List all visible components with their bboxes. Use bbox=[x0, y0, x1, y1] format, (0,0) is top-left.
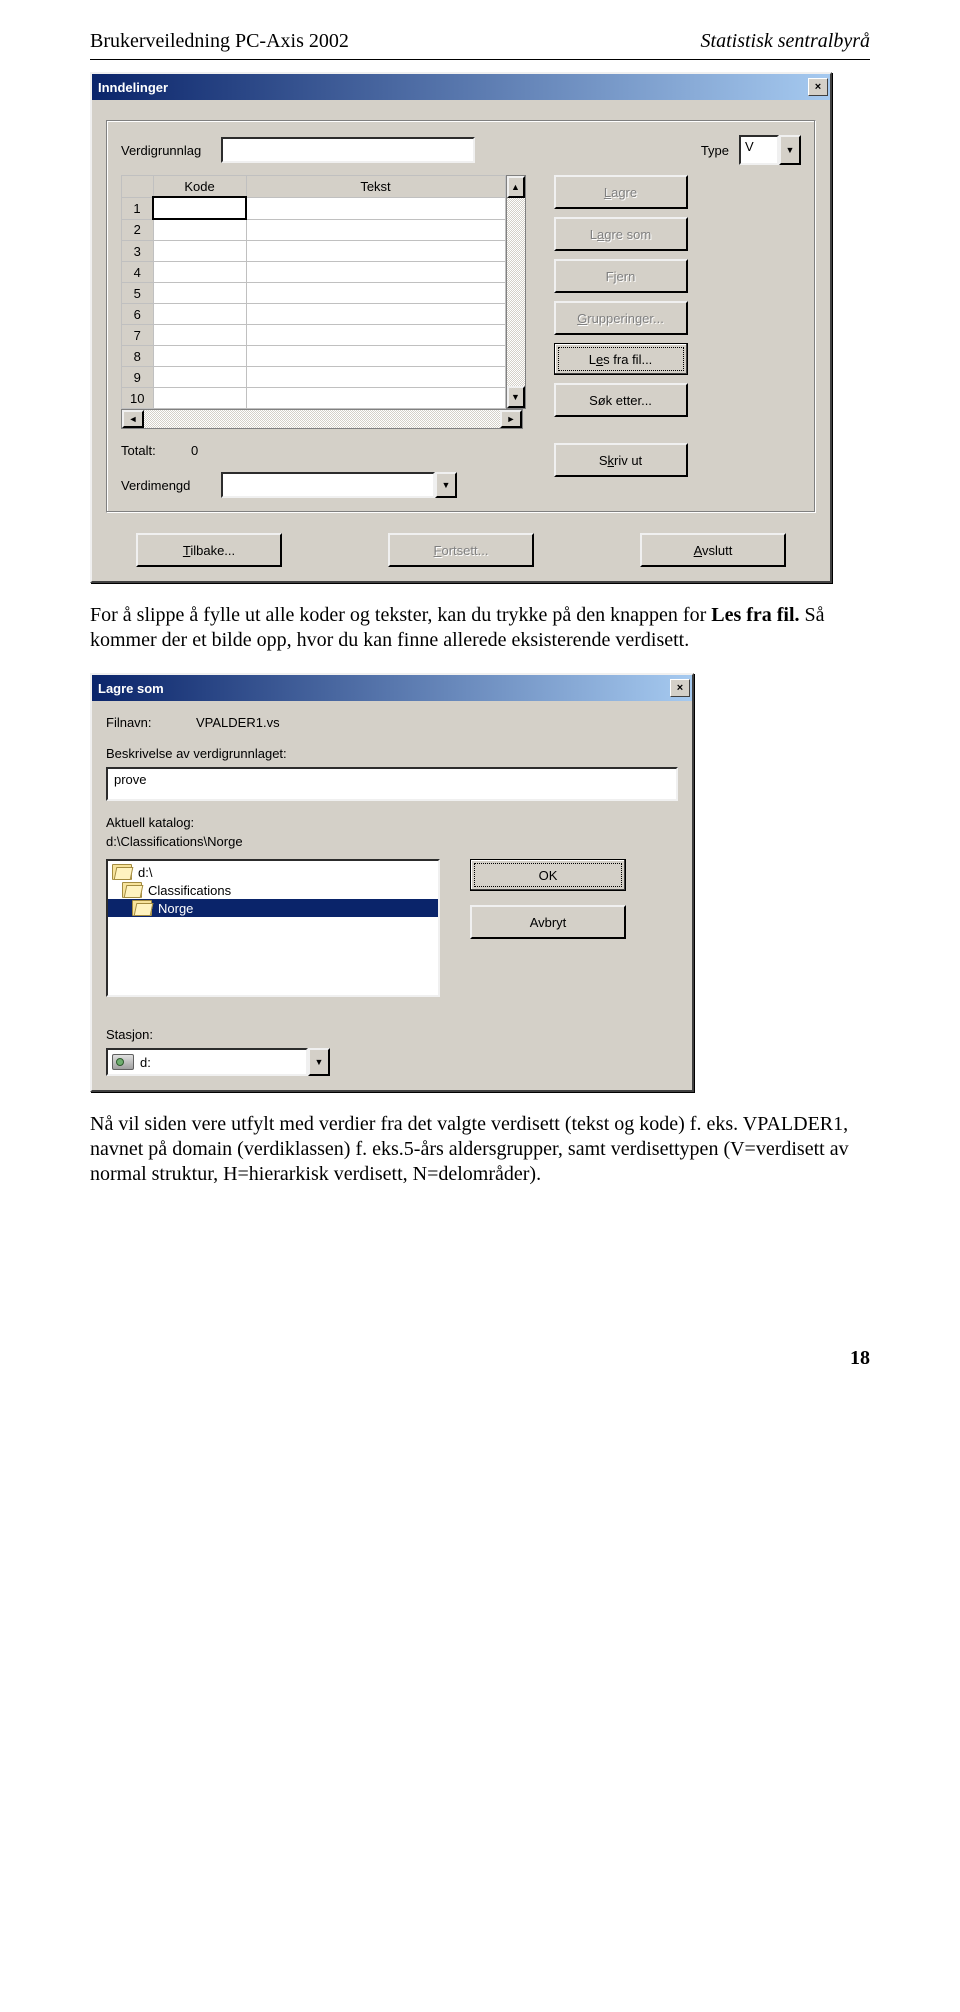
row-header: 4 bbox=[122, 262, 154, 283]
sok-etter-button[interactable]: Søk etter... bbox=[554, 383, 688, 417]
filnavn-value: VPALDER1.vs bbox=[196, 715, 280, 730]
row-header: 8 bbox=[122, 346, 154, 367]
verdigrunnlag-label: Verdigrunnlag bbox=[121, 143, 211, 158]
scroll-left-icon[interactable]: ◄ bbox=[122, 410, 144, 428]
chevron-down-icon[interactable]: ▼ bbox=[779, 135, 801, 165]
row-header: 1 bbox=[122, 197, 154, 219]
aktuell-katalog-label: Aktuell katalog: bbox=[106, 815, 678, 830]
verdimengd-label: Verdimengd bbox=[121, 478, 211, 493]
vertical-scrollbar[interactable]: ▲ ▼ bbox=[506, 175, 526, 409]
list-item[interactable]: Norge bbox=[108, 899, 438, 917]
row-header: 5 bbox=[122, 283, 154, 304]
list-item[interactable]: Classifications bbox=[108, 881, 438, 899]
fjern-button[interactable]: Fjern bbox=[554, 259, 688, 293]
verdimengd-select[interactable]: ▼ bbox=[221, 472, 457, 498]
scroll-down-icon[interactable]: ▼ bbox=[507, 386, 525, 408]
row-header: 6 bbox=[122, 304, 154, 325]
chevron-down-icon[interactable]: ▼ bbox=[435, 472, 457, 498]
grupperinger-button[interactable]: Grupperinger... bbox=[554, 301, 688, 335]
col-kode: Kode bbox=[153, 176, 246, 198]
aktuell-katalog-value: d:\Classifications\Norge bbox=[106, 834, 678, 849]
row-header: 3 bbox=[122, 241, 154, 262]
folder-label: d:\ bbox=[138, 865, 152, 880]
header-rule bbox=[90, 59, 870, 60]
stasjon-select[interactable]: d: ▼ bbox=[106, 1048, 330, 1076]
folder-list[interactable]: d:\ Classifications Norge bbox=[106, 859, 440, 997]
dialog-title: Inndelinger bbox=[98, 80, 168, 95]
fortsett-button[interactable]: Fortsett... bbox=[388, 533, 534, 567]
list-item[interactable]: d:\ bbox=[108, 863, 438, 881]
paragraph-2: Nå vil siden vere utfylt med verdier fra… bbox=[90, 1112, 870, 1187]
folder-open-icon bbox=[122, 882, 142, 898]
avbryt-button[interactable]: Avbryt bbox=[470, 905, 626, 939]
titlebar[interactable]: Lagre som × bbox=[92, 675, 692, 701]
dialog-title: Lagre som bbox=[98, 681, 164, 696]
totalt-label: Totalt: bbox=[121, 443, 181, 458]
ok-button[interactable]: OK bbox=[470, 859, 626, 891]
scroll-right-icon[interactable]: ► bbox=[500, 410, 522, 428]
row-header: 9 bbox=[122, 367, 154, 388]
horizontal-scrollbar[interactable]: ◄ ► bbox=[121, 409, 523, 429]
row-header: 2 bbox=[122, 219, 154, 241]
les-fra-fil-button[interactable]: Les fra fil... bbox=[554, 343, 688, 375]
doc-header-right: Statistisk sentralbyrå bbox=[701, 30, 870, 53]
lagre-button[interactable]: Lagre bbox=[554, 175, 688, 209]
page-number: 18 bbox=[90, 1347, 870, 1370]
row-header: 7 bbox=[122, 325, 154, 346]
folder-label: Norge bbox=[158, 901, 193, 916]
type-select[interactable]: V ▼ bbox=[739, 135, 801, 165]
folder-open-icon bbox=[112, 864, 132, 880]
close-icon[interactable]: × bbox=[808, 78, 828, 96]
stasjon-label: Stasjon: bbox=[106, 1027, 678, 1042]
filnavn-label: Filnavn: bbox=[106, 715, 186, 730]
verdimengd-value bbox=[221, 472, 435, 498]
beskrivelse-input[interactable]: prove bbox=[106, 767, 678, 801]
beskrivelse-label: Beskrivelse av verdigrunnlaget: bbox=[106, 746, 678, 761]
row-header: 10 bbox=[122, 388, 154, 409]
titlebar[interactable]: Inndelinger × bbox=[92, 74, 830, 100]
dialog-inndelinger: Inndelinger × Verdigrunnlag Type V ▼ bbox=[90, 72, 832, 583]
lagre-som-button[interactable]: Lagre som bbox=[554, 217, 688, 251]
folder-open-icon bbox=[132, 900, 152, 916]
paragraph-1: For å slippe å fylle ut alle koder og te… bbox=[90, 603, 870, 653]
dialog-lagre-som: Lagre som × Filnavn: VPALDER1.vs Beskriv… bbox=[90, 673, 694, 1092]
skriv-ut-button[interactable]: Skriv ut bbox=[554, 443, 688, 477]
avslutt-button[interactable]: Avslutt bbox=[640, 533, 786, 567]
tilbake-button[interactable]: Tilbake... bbox=[136, 533, 282, 567]
verdigrunnlag-input[interactable] bbox=[221, 137, 475, 163]
close-icon[interactable]: × bbox=[670, 679, 690, 697]
stasjon-value: d: bbox=[140, 1055, 151, 1070]
chevron-down-icon[interactable]: ▼ bbox=[308, 1048, 330, 1076]
totalt-value: 0 bbox=[191, 443, 251, 458]
type-value: V bbox=[739, 135, 779, 165]
scroll-up-icon[interactable]: ▲ bbox=[507, 176, 525, 198]
type-label: Type bbox=[701, 143, 729, 158]
beskrivelse-value: prove bbox=[114, 772, 147, 787]
doc-header-left: Brukerveiledning PC-Axis 2002 bbox=[90, 30, 349, 53]
code-table[interactable]: Kode Tekst 1 2 3 4 5 6 7 8 bbox=[121, 175, 506, 409]
drive-icon bbox=[112, 1054, 134, 1070]
folder-label: Classifications bbox=[148, 883, 231, 898]
col-tekst: Tekst bbox=[246, 176, 505, 198]
